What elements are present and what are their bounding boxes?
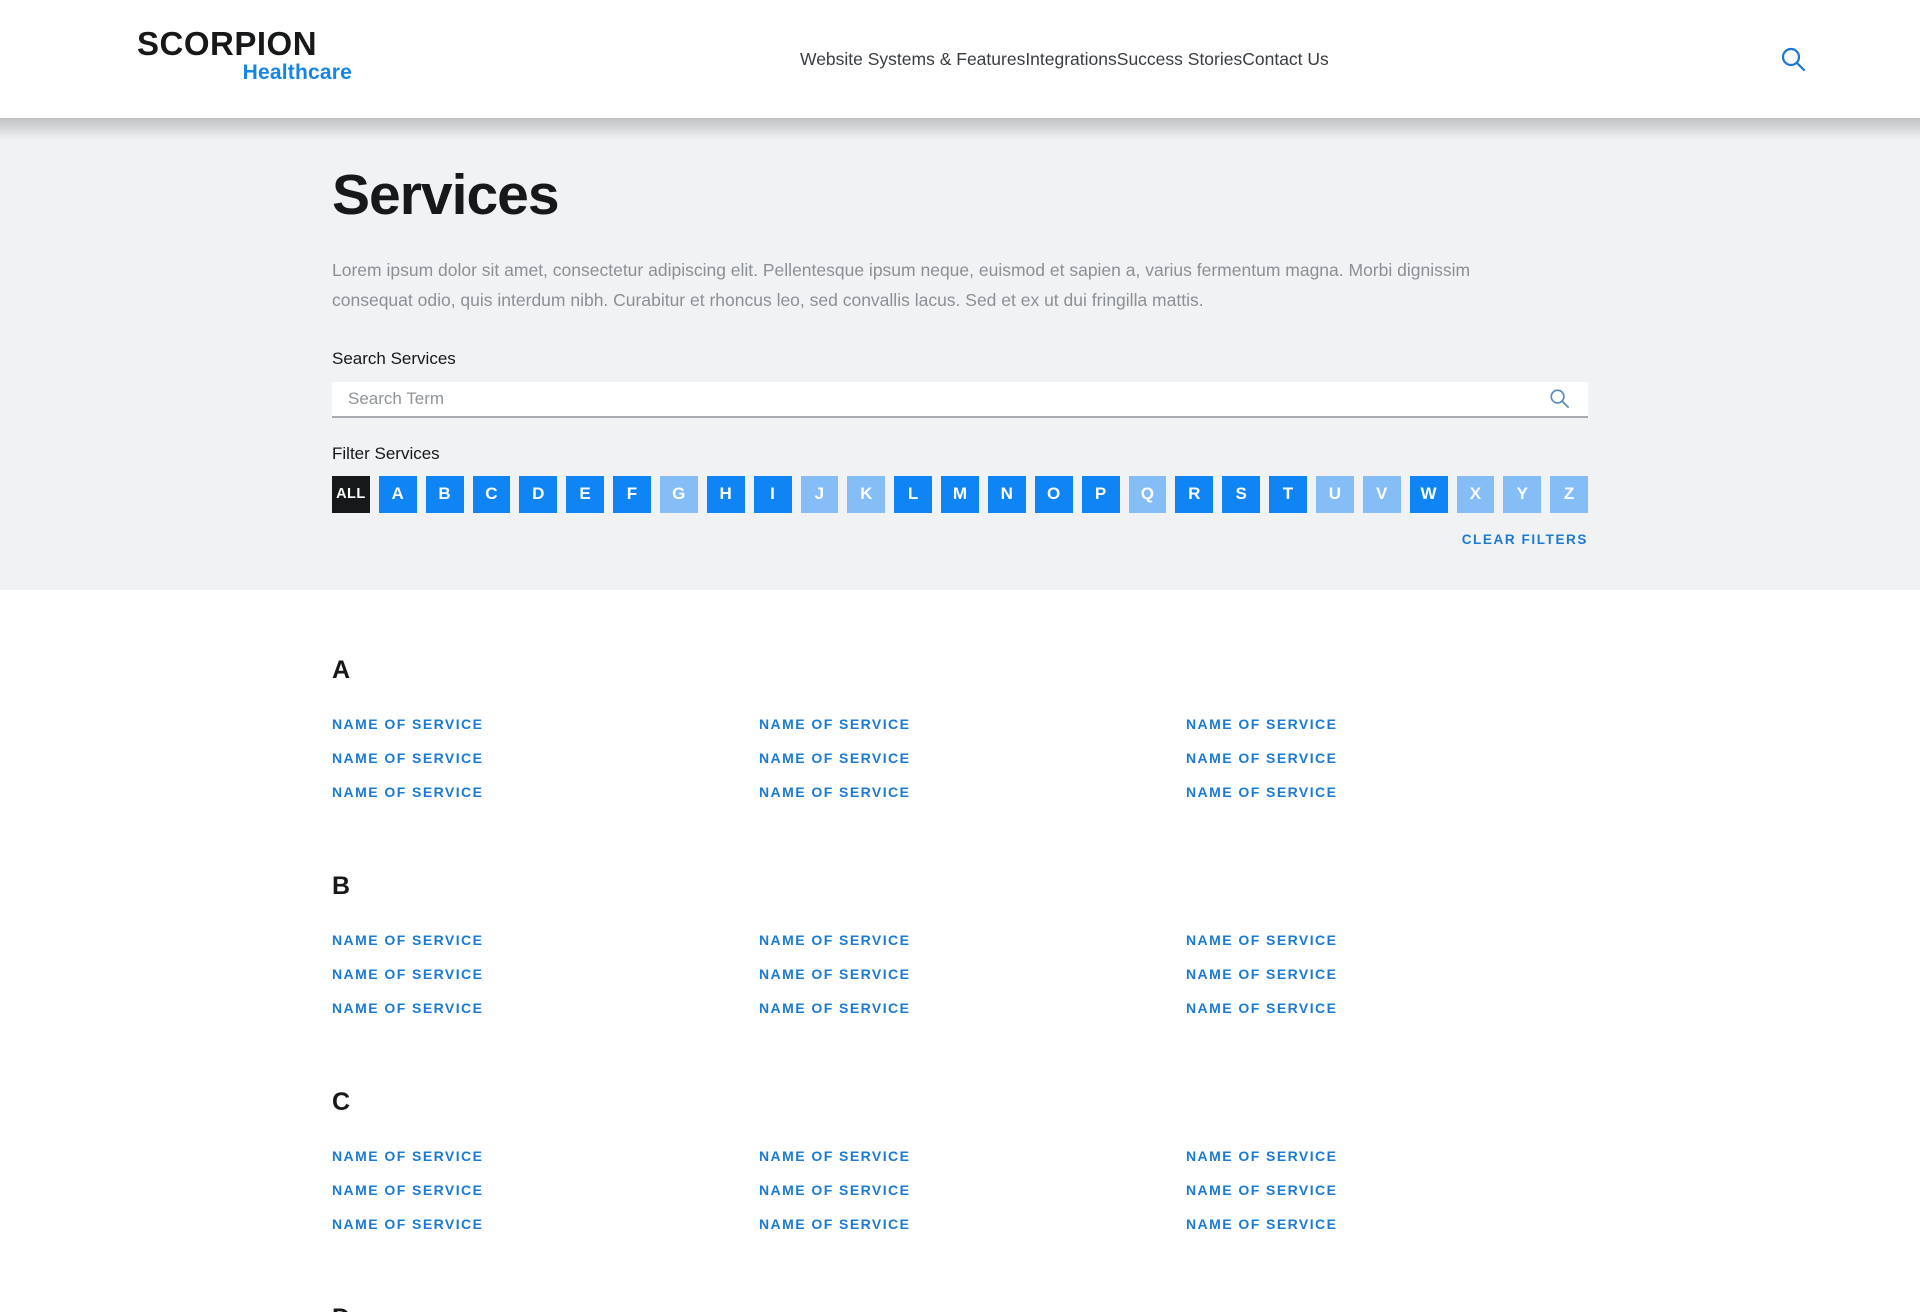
- search-submit-button[interactable]: [1543, 388, 1588, 409]
- search-services-field: [332, 381, 1588, 418]
- filter-letter-r[interactable]: R: [1175, 475, 1214, 513]
- service-link[interactable]: NAME OF SERVICE: [759, 957, 1186, 991]
- service-link[interactable]: NAME OF SERVICE: [1186, 957, 1588, 991]
- filter-letter-l[interactable]: L: [894, 475, 933, 513]
- filter-letter-n[interactable]: N: [988, 475, 1026, 513]
- filter-letter-o[interactable]: O: [1034, 475, 1073, 513]
- filter-letter-y[interactable]: Y: [1503, 475, 1542, 513]
- search-icon: [1549, 389, 1570, 412]
- filter-letter-s[interactable]: S: [1222, 475, 1261, 513]
- search-services-label: Search Services: [332, 348, 456, 368]
- service-link[interactable]: NAME OF SERVICE: [332, 1173, 759, 1207]
- nav-item-contact-us[interactable]: Contact Us: [1242, 43, 1329, 76]
- service-group-c: C NAME OF SERVICE NAME OF SERVICE NAME OF S…: [332, 1088, 1588, 1241]
- hero-filter-section: Services Lorem ipsum dolor sit amet, con…: [0, 118, 1920, 590]
- filter-letter-m[interactable]: M: [941, 475, 980, 513]
- header-search-button[interactable]: [1776, 42, 1810, 76]
- filter-letter-f[interactable]: F: [613, 475, 652, 513]
- service-link[interactable]: NAME OF SERVICE: [1186, 707, 1588, 741]
- filter-letter-i[interactable]: I: [753, 475, 792, 513]
- service-link[interactable]: NAME OF SERVICE: [332, 991, 759, 1025]
- filter-letter-a[interactable]: A: [378, 475, 417, 513]
- service-link[interactable]: NAME OF SERVICE: [332, 1139, 759, 1173]
- filter-services-label: Filter Services: [332, 443, 440, 463]
- clear-filters-row: CLEAR FILTERS: [332, 532, 1588, 547]
- service-link[interactable]: NAME OF SERVICE: [1186, 1207, 1588, 1241]
- nav-item-website-systems-features[interactable]: Website Systems & Features: [800, 43, 1025, 76]
- service-link[interactable]: NAME OF SERVICE: [759, 1173, 1186, 1207]
- filter-letter-d[interactable]: D: [519, 475, 558, 513]
- filter-letter-g[interactable]: G: [660, 475, 698, 513]
- filter-letter-q[interactable]: Q: [1128, 475, 1167, 513]
- logo-wordmark: SCORPION: [137, 25, 318, 62]
- alphabet-filter-list: ALL A B C D E F G H I J K L M N O P Q R S T U V W X Y Z: [332, 475, 1589, 513]
- service-link[interactable]: NAME OF SERVICE: [332, 957, 759, 991]
- filter-letter-x[interactable]: X: [1456, 475, 1495, 513]
- service-link[interactable]: NAME OF SERVICE: [332, 923, 759, 957]
- service-link[interactable]: NAME OF SERVICE: [759, 1139, 1186, 1173]
- filter-letter-e[interactable]: E: [566, 475, 605, 513]
- service-link[interactable]: NAME OF SERVICE: [1186, 775, 1588, 809]
- filter-letter-w[interactable]: W: [1409, 475, 1448, 513]
- search-input[interactable]: [332, 381, 1543, 416]
- service-grid: NAME OF SERVICE NAME OF SERVICE NAME OF SE…: [332, 1139, 1588, 1241]
- service-link[interactable]: NAME OF SERVICE: [1186, 923, 1588, 957]
- service-link[interactable]: NAME OF SERVICE: [332, 1207, 759, 1241]
- service-link[interactable]: NAME OF SERVICE: [759, 775, 1186, 809]
- service-link[interactable]: NAME OF SERVICE: [1186, 991, 1588, 1025]
- site-logo[interactable]: SCORPION Healthcare: [137, 25, 352, 85]
- service-group-heading: A: [332, 656, 351, 684]
- filter-letter-u[interactable]: U: [1316, 475, 1354, 513]
- service-group-b: B NAME OF SERVICE NAME OF SERVICE NAME OF S…: [332, 872, 1588, 1025]
- service-group-heading: D: [332, 1304, 1588, 1312]
- page-title: Services: [332, 163, 560, 227]
- services-groups: A NAME OF SERVICE NAME OF SERVICE NAME OF S…: [332, 656, 1588, 1312]
- service-group-a: A NAME OF SERVICE NAME OF SERVICE NAME OF S…: [332, 656, 1588, 809]
- filter-letter-h[interactable]: H: [706, 475, 745, 513]
- services-list-section: A NAME OF SERVICE NAME OF SERVICE NAME OF S…: [0, 590, 1920, 1312]
- site-header: SCORPION Healthcare Website Systems & Fe…: [0, 0, 1920, 140]
- filter-letter-k[interactable]: K: [847, 475, 886, 513]
- filter-letter-p[interactable]: P: [1081, 475, 1120, 513]
- filter-letter-b[interactable]: B: [425, 475, 464, 513]
- service-group-heading: C: [332, 1088, 351, 1116]
- service-link[interactable]: NAME OF SERVICE: [332, 775, 759, 809]
- service-link[interactable]: NAME OF SERVICE: [759, 741, 1186, 775]
- service-link[interactable]: NAME OF SERVICE: [332, 707, 759, 741]
- service-link[interactable]: NAME OF SERVICE: [759, 1207, 1186, 1241]
- search-icon: [1780, 47, 1806, 75]
- filter-letter-z[interactable]: Z: [1550, 475, 1589, 513]
- filter-letter-j[interactable]: J: [800, 475, 839, 513]
- service-grid: NAME OF SERVICE NAME OF SERVICE NAME OF SE…: [332, 707, 1588, 809]
- service-group-d: D: [332, 1304, 1588, 1312]
- service-group-heading: B: [332, 872, 351, 900]
- filter-letter-all[interactable]: ALL: [332, 475, 370, 513]
- service-link[interactable]: NAME OF SERVICE: [1186, 1139, 1588, 1173]
- nav-item-integrations[interactable]: Integrations: [1025, 43, 1116, 76]
- service-link[interactable]: NAME OF SERVICE: [332, 741, 759, 775]
- logo-subbrand: Healthcare: [242, 61, 352, 85]
- service-link[interactable]: NAME OF SERVICE: [759, 707, 1186, 741]
- service-link[interactable]: NAME OF SERVICE: [1186, 741, 1588, 775]
- service-link[interactable]: NAME OF SERVICE: [1186, 1173, 1588, 1207]
- page-intro-text: Lorem ipsum dolor sit amet, consectetur …: [332, 259, 1471, 310]
- clear-filters-link[interactable]: CLEAR FILTERS: [1462, 532, 1588, 547]
- filter-letter-t[interactable]: T: [1269, 475, 1308, 513]
- filter-letter-v[interactable]: V: [1362, 475, 1401, 513]
- filter-letter-c[interactable]: C: [472, 475, 511, 513]
- service-link[interactable]: NAME OF SERVICE: [759, 991, 1186, 1025]
- primary-navigation: Website Systems & Features Integrations …: [800, 0, 1329, 118]
- nav-item-success-stories[interactable]: Success Stories: [1117, 43, 1242, 76]
- service-link[interactable]: NAME OF SERVICE: [759, 923, 1186, 957]
- service-grid: NAME OF SERVICE NAME OF SERVICE NAME OF SE…: [332, 923, 1588, 1025]
